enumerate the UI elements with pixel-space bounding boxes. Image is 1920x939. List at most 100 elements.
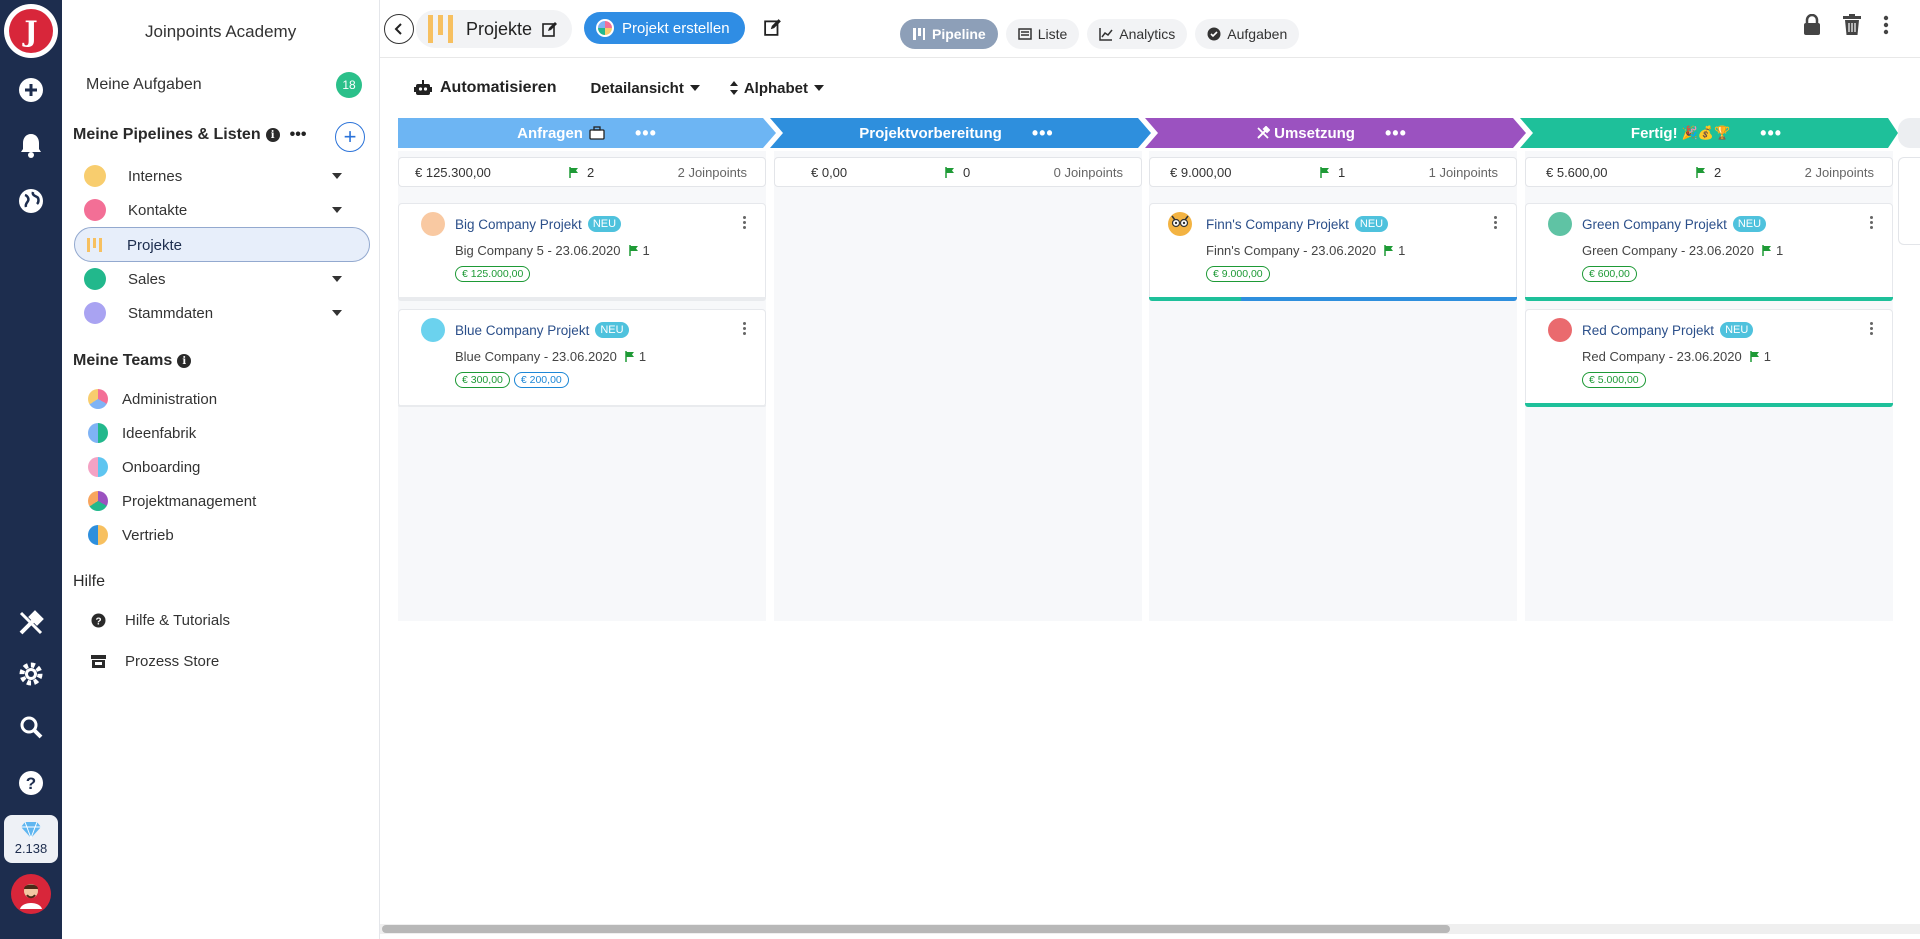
sidebar-item-internes[interactable]: Internes xyxy=(84,165,364,187)
new-badge: NEU xyxy=(1720,322,1754,338)
tab-analytics[interactable]: Analytics xyxy=(1087,19,1188,49)
card-subtitle-row: Red Company - 23.06.2020 1 xyxy=(1582,349,1771,364)
info-icon[interactable]: i xyxy=(177,354,192,368)
help-tutorials-link[interactable]: ? Hilfe & Tutorials xyxy=(91,612,230,629)
card-title[interactable]: Big Company Projekt xyxy=(455,217,582,232)
more-vertical-icon[interactable] xyxy=(1882,14,1890,36)
current-pipeline-pill[interactable]: Projekte xyxy=(416,10,573,48)
value-tag: € 200,00 xyxy=(513,372,569,388)
team-item-ideenfabrik[interactable]: Ideenfabrik xyxy=(88,423,196,443)
help-icon[interactable]: ? xyxy=(16,768,46,798)
stage-amount: € 5.600,00 xyxy=(1546,164,1608,180)
view-mode-dropdown[interactable]: Detailansicht xyxy=(590,80,700,97)
horizontal-scrollbar[interactable] xyxy=(380,924,1920,934)
sort-label: Alphabet xyxy=(743,79,809,97)
card-title[interactable]: Blue Company Projekt xyxy=(455,323,589,338)
app-logo[interactable]: J xyxy=(4,4,58,58)
help-item-label: Hilfe & Tutorials xyxy=(125,612,231,629)
trash-icon[interactable] xyxy=(1842,14,1862,36)
pipelines-heading: Meine Pipelines & Listen i ••• xyxy=(73,126,306,144)
stage-header-anfragen[interactable]: Anfragen ••• xyxy=(398,118,776,148)
team-item-projektmanagement[interactable]: Projektmanagement xyxy=(88,491,256,511)
more-vertical-icon[interactable] xyxy=(1870,322,1874,337)
stage-header-umsetzung[interactable]: Umsetzung ••• xyxy=(1155,118,1508,148)
column-projektvorbereitung xyxy=(774,151,1142,621)
tab-liste[interactable]: Liste xyxy=(1005,19,1080,49)
card-title[interactable]: Finn's Company Projekt xyxy=(1206,217,1349,232)
chevron-down-icon[interactable] xyxy=(332,207,342,213)
card-flag-count: 1 xyxy=(1763,349,1771,364)
info-icon[interactable]: i xyxy=(265,128,280,142)
team-item-administration[interactable]: Administration xyxy=(88,389,217,409)
deal-card-blue-company[interactable]: Blue Company Projekt NEU Blue Company - 2… xyxy=(398,309,766,407)
more-vertical-icon[interactable] xyxy=(1494,216,1498,231)
card-flag-count: 1 xyxy=(1398,243,1406,258)
sort-dropdown[interactable]: Alphabet xyxy=(729,79,825,97)
tab-aufgaben[interactable]: Aufgaben xyxy=(1195,19,1300,49)
bell-icon[interactable] xyxy=(16,130,46,160)
more-dots-icon[interactable]: ••• xyxy=(1385,123,1407,144)
card-avatar xyxy=(421,212,445,236)
search-icon[interactable] xyxy=(16,712,46,742)
flag-icon xyxy=(1384,245,1394,256)
chevron-down-icon[interactable] xyxy=(332,173,342,179)
plus-icon[interactable] xyxy=(16,75,46,105)
edit-icon[interactable] xyxy=(764,18,782,36)
more-vertical-icon[interactable] xyxy=(743,322,747,337)
lock-icon[interactable] xyxy=(1802,14,1822,36)
team-avatar-icon xyxy=(88,491,108,511)
chevron-down-icon[interactable] xyxy=(332,310,342,316)
sidebar-item-kontakte[interactable]: Kontakte xyxy=(84,199,364,221)
sidebar-item-projekte[interactable]: Projekte xyxy=(86,234,366,256)
list-icon xyxy=(1017,28,1032,40)
globe-icon[interactable] xyxy=(16,186,46,216)
stage-count: 2 xyxy=(569,165,594,180)
my-tasks-link[interactable]: Meine Aufgaben 18 xyxy=(86,72,366,98)
stage-header-fertig[interactable]: Fertig! 🎉💰🏆 ••• xyxy=(1530,118,1883,148)
deal-card-big-company[interactable]: Big Company Projekt NEU Big Company 5 - 2… xyxy=(398,203,766,301)
create-project-button[interactable]: Projekt erstellen xyxy=(584,12,745,44)
stage-summary: € 5.600,00 2 2 Joinpoints xyxy=(1525,157,1893,187)
stage-count: 0 xyxy=(945,165,970,180)
deal-card-finns-company[interactable]: Finn's Company Projekt NEU Finn's Company… xyxy=(1149,203,1517,301)
flag-icon xyxy=(945,166,954,178)
stage-header-next[interactable] xyxy=(1898,118,1920,148)
team-item-vertrieb[interactable]: Vertrieb xyxy=(88,525,174,545)
more-vertical-icon[interactable] xyxy=(743,216,747,231)
more-dots-icon[interactable]: ••• xyxy=(1760,123,1782,144)
card-subtitle: Green Company - 23.06.2020 xyxy=(1582,243,1754,258)
deal-card-red-company[interactable]: Red Company Projekt NEU Red Company - 23.… xyxy=(1525,309,1893,407)
stage-count-value: 1 xyxy=(1338,164,1346,180)
more-dots-icon[interactable]: ••• xyxy=(1032,123,1054,144)
tab-pipeline[interactable]: Pipeline xyxy=(900,19,998,49)
card-title[interactable]: Red Company Projekt xyxy=(1582,323,1714,338)
team-item-onboarding[interactable]: Onboarding xyxy=(88,457,200,477)
automate-label: Automatisieren xyxy=(440,79,557,96)
stage-header-projektvorbereitung[interactable]: Projektvorbereitung ••• xyxy=(780,118,1133,148)
card-title[interactable]: Green Company Projekt xyxy=(1582,217,1727,232)
more-dots-icon[interactable]: ••• xyxy=(290,126,307,144)
sidebar-item-stammdaten[interactable]: Stammdaten xyxy=(84,302,364,324)
deal-card-green-company[interactable]: Green Company Projekt NEU Green Company -… xyxy=(1525,203,1893,301)
tools-icon[interactable] xyxy=(16,608,46,638)
more-vertical-icon[interactable] xyxy=(1870,216,1874,231)
collapse-sidebar-button[interactable] xyxy=(384,14,414,44)
briefcase-icon xyxy=(589,126,605,140)
automate-button[interactable]: Automatisieren xyxy=(414,79,556,97)
card-progress-bar xyxy=(398,297,766,301)
card-tags: € 5.000,00 xyxy=(1582,372,1646,388)
sidebar-item-sales[interactable]: Sales xyxy=(84,268,364,290)
flag-icon xyxy=(1320,166,1329,178)
user-avatar[interactable] xyxy=(11,874,51,914)
edit-icon[interactable] xyxy=(542,21,558,37)
gear-icon[interactable] xyxy=(16,659,46,689)
credits-widget[interactable]: 2.138 xyxy=(4,815,58,863)
color-dot xyxy=(84,268,106,290)
scrollbar-thumb[interactable] xyxy=(382,925,1450,933)
add-pipeline-button[interactable]: + xyxy=(335,122,365,152)
card-title-row: Green Company Projekt NEU xyxy=(1582,216,1767,232)
sidebar-item-label: Internes xyxy=(128,167,183,185)
chevron-down-icon[interactable] xyxy=(332,276,342,282)
more-dots-icon[interactable]: ••• xyxy=(635,123,657,144)
prozess-store-link[interactable]: Prozess Store xyxy=(90,653,219,670)
